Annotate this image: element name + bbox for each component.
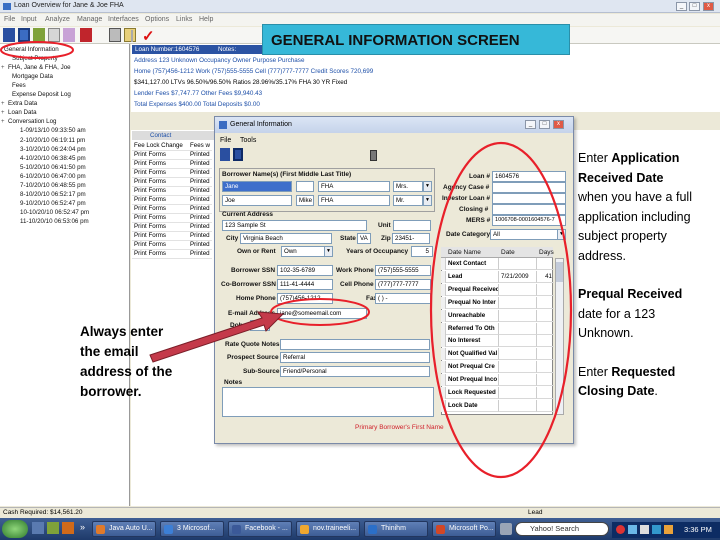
annotation-text: application including <box>578 209 691 224</box>
email-annotation-line-2: the email <box>80 344 139 359</box>
annotation-line: Enter Requested <box>578 363 692 383</box>
annotation-line: Received Date <box>578 169 692 189</box>
annotation-text: Unknown. <box>578 326 634 340</box>
annotation-bold: Closing Date <box>578 384 655 398</box>
dates-annotation-p2: Prequal Received date for a 123 Unknown. <box>578 285 692 344</box>
dates-annotation: Enter Application Received Date when you h… <box>578 149 692 402</box>
annotation-bold: Requested <box>611 364 676 379</box>
dates-annotation-p3: Enter Requested Closing Date. <box>578 363 692 402</box>
annotation-text: subject property <box>578 229 667 243</box>
dates-annotation-p1: Enter Application Received Date when you h… <box>578 149 692 266</box>
email-annotation-line-1: Always enter <box>80 324 164 339</box>
annotation-bold: Prequal Received <box>578 287 683 301</box>
milestones-highlight-oval <box>429 141 573 479</box>
email-annotation: Always enter the email address of the bo… <box>80 322 172 402</box>
annotation-text: address. <box>578 248 626 263</box>
email-annotation-line-3: address of the <box>80 364 173 379</box>
annotation-line: Closing Date. <box>578 382 692 402</box>
annotation-text: date for a 123 <box>578 306 656 321</box>
annotation-line: Unknown. <box>578 324 692 344</box>
annotation-line: date for a 123 <box>578 305 692 325</box>
annotation-text: when you have a full <box>578 190 692 204</box>
email-annotation-line-4: borrower. <box>80 384 142 399</box>
annotation-line: Prequal Received <box>578 285 692 305</box>
annotation-bold: Received Date <box>578 170 664 185</box>
annotation-line: subject property <box>578 227 692 247</box>
annotation-line: address. <box>578 247 692 267</box>
annotation-line: when you have a full <box>578 188 692 208</box>
annotation-line: application including <box>578 208 692 228</box>
annotation-text: Enter <box>578 364 612 379</box>
annotation-tail: . <box>654 384 658 398</box>
annotation-bold: Application <box>611 151 680 165</box>
tree-highlight-oval <box>0 41 74 59</box>
annotation-line: Enter Application <box>578 149 692 169</box>
annotation-text: Enter <box>578 151 612 165</box>
email-highlight-oval <box>270 298 370 326</box>
